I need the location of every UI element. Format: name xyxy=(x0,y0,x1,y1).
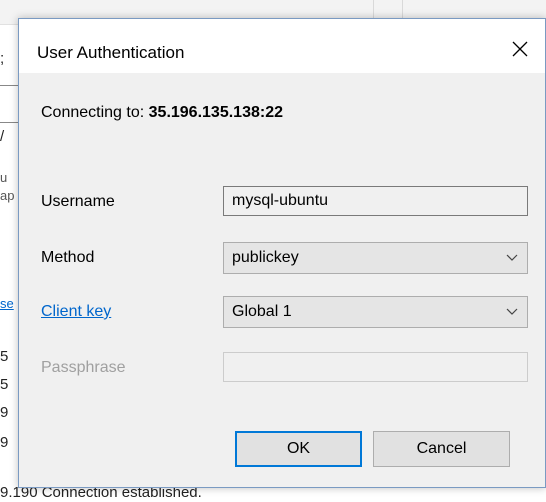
user-authentication-dialog: User Authentication Connecting to: 35.19… xyxy=(18,18,546,488)
method-select-value: publickey xyxy=(232,249,299,266)
client-key-link[interactable]: Client key xyxy=(41,303,111,321)
log-line: 5 xyxy=(0,348,9,365)
background-text: / xyxy=(0,128,5,145)
background-link[interactable]: se xyxy=(0,296,14,311)
log-line: 5 xyxy=(0,376,9,393)
method-label: Method xyxy=(41,249,95,266)
username-label: Username xyxy=(41,193,115,210)
background-text: ; xyxy=(0,50,5,67)
connecting-host: 35.196.135.138:22 xyxy=(148,104,283,121)
method-select[interactable]: publickey xyxy=(223,242,528,274)
chevron-down-icon xyxy=(506,308,518,315)
connecting-info: Connecting to: 35.196.135.138:22 xyxy=(41,104,283,122)
client-key-select-value: Global 1 xyxy=(232,303,292,320)
chevron-down-icon xyxy=(506,254,518,261)
passphrase-field[interactable] xyxy=(223,352,528,382)
passphrase-label: Passphrase xyxy=(41,359,126,376)
dialog-titlebar: User Authentication xyxy=(19,19,545,73)
ok-button[interactable]: OK xyxy=(235,431,362,467)
background-input xyxy=(0,85,19,123)
log-line: 9 xyxy=(0,404,9,421)
log-line: 9 xyxy=(0,434,9,451)
connecting-label: Connecting to: xyxy=(41,104,145,121)
close-icon xyxy=(512,41,528,57)
close-button[interactable] xyxy=(503,33,537,65)
background-text: ap xyxy=(0,188,15,203)
client-key-select[interactable]: Global 1 xyxy=(223,296,528,328)
background-text: u xyxy=(0,170,8,185)
dialog-title: User Authentication xyxy=(37,43,185,62)
username-field[interactable]: mysql-ubuntu xyxy=(223,186,528,216)
cancel-button[interactable]: Cancel xyxy=(373,431,510,467)
